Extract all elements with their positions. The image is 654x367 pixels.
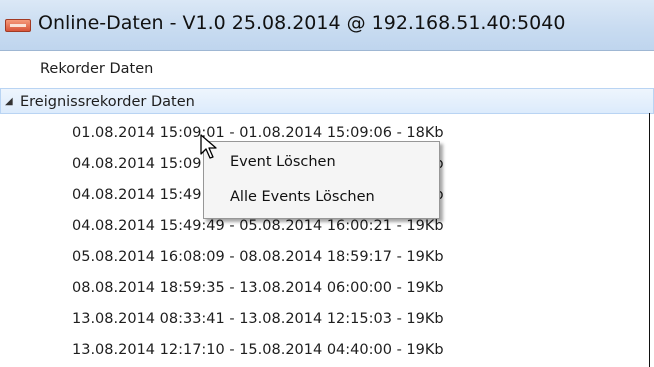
expand-collapse-icon[interactable]: ◢ bbox=[5, 89, 17, 115]
menu-item-alle-events-loeschen[interactable]: Alle Events Löschen bbox=[230, 185, 375, 209]
event-list-item[interactable]: 13.08.2014 12:17:10 - 15.08.2014 04:40:0… bbox=[72, 338, 444, 362]
title-bar[interactable]: Online-Daten - V1.0 25.08.2014 @ 192.168… bbox=[0, 0, 654, 51]
window-title: Online-Daten - V1.0 25.08.2014 @ 192.168… bbox=[38, 12, 566, 34]
tree-item-ereignissrekorder-daten[interactable]: ◢ Ereignissrekorder Daten bbox=[0, 88, 654, 114]
context-menu: Event Löschen Alle Events Löschen bbox=[203, 141, 440, 219]
recorder-app-icon bbox=[5, 19, 31, 32]
tree-group-label: Ereignissrekorder Daten bbox=[20, 94, 195, 110]
event-list-item[interactable]: 05.08.2014 16:08:09 - 08.08.2014 18:59:1… bbox=[72, 245, 444, 269]
event-list-item[interactable]: 08.08.2014 18:59:35 - 13.08.2014 06:00:0… bbox=[72, 276, 444, 300]
event-list-item[interactable]: 13.08.2014 08:33:41 - 13.08.2014 12:15:0… bbox=[72, 307, 444, 331]
tree-item-rekorder-daten[interactable]: Rekorder Daten bbox=[40, 57, 153, 81]
menu-item-event-loeschen[interactable]: Event Löschen bbox=[230, 150, 336, 174]
panel-border bbox=[649, 113, 650, 367]
mouse-pointer-icon bbox=[200, 134, 217, 159]
